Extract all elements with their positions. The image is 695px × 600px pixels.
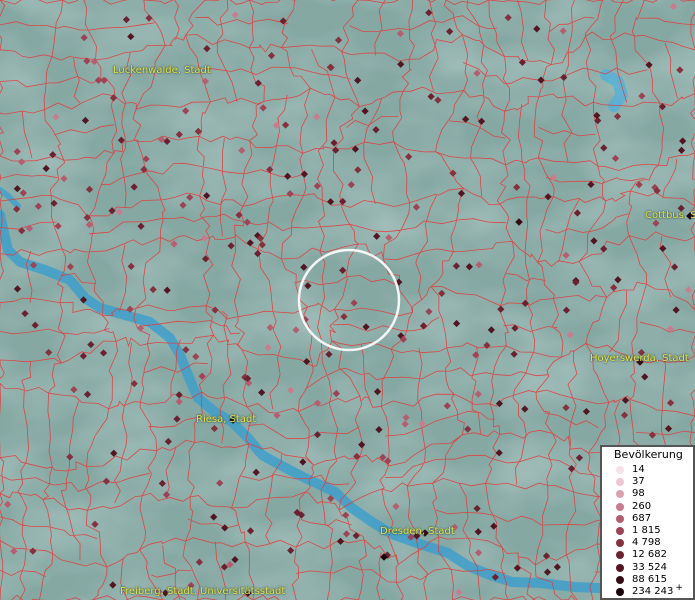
legend-swatch (616, 563, 624, 572)
city-label-freiberg: Freiberg, Stadt, Universitätsstadt (120, 586, 286, 597)
population-map[interactable] (0, 0, 695, 600)
legend-value: 12 682 (632, 549, 667, 561)
legend-swatch (616, 502, 624, 511)
legend-swatch (616, 490, 624, 499)
legend-value: 1 815 (632, 525, 661, 536)
legend-swatch (616, 575, 624, 584)
legend-value: 33 524 (632, 561, 667, 573)
legend-title: Bevölkerung (614, 448, 683, 461)
legend-swatch (616, 514, 624, 523)
legend-swatch (616, 478, 624, 487)
legend-value: 4 798 (632, 537, 661, 549)
legend-value: 98 (632, 488, 645, 500)
city-label-cottbus: Cottbus, St (645, 210, 695, 221)
legend-swatch (616, 588, 624, 596)
legend-swatch (616, 466, 624, 474)
city-label-hoyerswerda: Hoyerswerda, Stadt (590, 353, 689, 364)
legend-value: 260 (632, 500, 652, 512)
legend-suffix: + (675, 583, 683, 593)
legend-swatch (616, 551, 624, 560)
legend-value: 687 (632, 512, 652, 524)
legend-swatch (616, 539, 624, 548)
legend-value: 37 (632, 476, 645, 488)
legend-swatch (616, 527, 624, 535)
city-label-riesa: Riesa, Stadt (196, 414, 257, 425)
legend-value: 88 615 (632, 573, 667, 585)
city-label-dresden: Dresden, Stadt (380, 526, 455, 537)
population-legend: Bevölkerung 14 37 98 260 687 1 815 4 798 12 682… (600, 445, 695, 600)
city-label-luckenwalde: Luckenwalde, Stadt (113, 65, 211, 76)
legend-value: 14 (632, 464, 645, 475)
legend-value: 234 243 (632, 586, 674, 597)
